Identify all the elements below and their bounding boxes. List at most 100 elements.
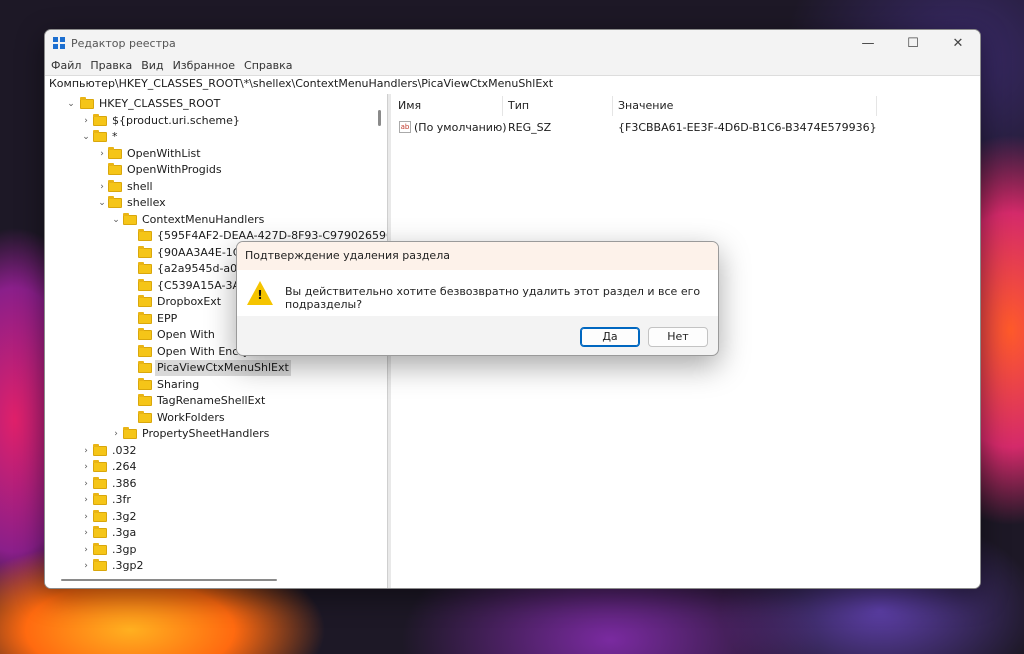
tree-node-label[interactable]: .386: [110, 476, 139, 492]
menu-edit[interactable]: Правка: [88, 57, 139, 75]
menu-favorites[interactable]: Избранное: [171, 57, 242, 75]
chevron-right-icon[interactable]: ›: [81, 113, 91, 129]
tree-vertical-scrollbar[interactable]: [378, 110, 381, 126]
tree-node-label[interactable]: .3fr: [110, 492, 133, 508]
tree-node-label[interactable]: OpenWithProgids: [125, 162, 224, 178]
window-title: Редактор реестра: [71, 37, 176, 50]
tree-node[interactable]: › .032: [45, 443, 385, 459]
dialog-title[interactable]: Подтверждение удаления раздела: [237, 242, 718, 270]
chevron-down-icon[interactable]: ⌄: [97, 195, 107, 211]
tree-node[interactable]: Sharing: [45, 377, 385, 393]
tree-node[interactable]: › ${product.uri.scheme}: [45, 113, 385, 129]
tree-node-label[interactable]: HKEY_CLASSES_ROOT: [97, 96, 222, 112]
chevron-right-icon[interactable]: ›: [81, 509, 91, 525]
tree-node[interactable]: TagRenameShellExt: [45, 393, 385, 409]
column-separator[interactable]: [612, 96, 613, 116]
tree-node[interactable]: › shell: [45, 179, 385, 195]
tree-node-label[interactable]: shell: [125, 179, 155, 195]
chevron-right-icon[interactable]: ›: [81, 476, 91, 492]
address-bar[interactable]: Компьютер\HKEY_CLASSES_ROOT\*\shellex\Co…: [45, 75, 980, 95]
tree-node-label[interactable]: .3gp2: [110, 558, 145, 574]
tree-node[interactable]: › .386: [45, 476, 385, 492]
value-row-name[interactable]: (По умолчанию): [414, 121, 507, 134]
tree-node[interactable]: › .3gp: [45, 542, 385, 558]
tree-node[interactable]: OpenWithProgids: [45, 162, 385, 178]
column-header-value[interactable]: Значение: [618, 99, 673, 112]
tree-node-label[interactable]: .3g2: [110, 509, 138, 525]
tree-node[interactable]: › .3gp2: [45, 558, 385, 574]
folder-icon: [138, 311, 152, 324]
menu-file[interactable]: Файл: [49, 57, 88, 75]
chevron-down-icon[interactable]: ⌄: [81, 129, 91, 145]
column-separator[interactable]: [502, 96, 503, 116]
minimize-button[interactable]: —: [846, 30, 890, 57]
tree-node-label[interactable]: .3ga: [110, 525, 138, 541]
tree-node[interactable]: › .3fr: [45, 492, 385, 508]
chevron-right-icon[interactable]: ›: [97, 146, 107, 162]
folder-icon: [93, 542, 107, 555]
chevron-right-icon[interactable]: ›: [81, 459, 91, 475]
tree-node[interactable]: ⌄ HKEY_CLASSES_ROOT: [45, 96, 385, 112]
tree-node-label[interactable]: Open With: [155, 327, 217, 343]
close-button[interactable]: ✕: [936, 30, 980, 57]
folder-icon: [123, 212, 137, 225]
chevron-down-icon[interactable]: ⌄: [66, 96, 76, 112]
tree-node[interactable]: ⌄ shellex: [45, 195, 385, 211]
folder-icon: [138, 344, 152, 357]
column-separator[interactable]: [876, 96, 877, 116]
folder-icon: [138, 295, 152, 307]
chevron-right-icon[interactable]: ›: [81, 443, 91, 459]
tree-node[interactable]: ⌄ ContextMenuHandlers: [45, 212, 385, 228]
tree-node-label[interactable]: Sharing: [155, 377, 201, 393]
tree-node-label[interactable]: DropboxExt: [155, 294, 223, 310]
tree-node-label[interactable]: .032: [110, 443, 139, 459]
tree-node[interactable]: WorkFolders: [45, 410, 385, 426]
no-button[interactable]: Нет: [648, 327, 708, 347]
column-header-name[interactable]: Имя: [398, 99, 421, 112]
tree-node-label[interactable]: PicaViewCtxMenuShlExt: [155, 360, 291, 376]
tree-node-label[interactable]: .3gp: [110, 542, 138, 558]
tree-node-label[interactable]: ${product.uri.scheme}: [110, 113, 242, 129]
value-row-data[interactable]: {F3CBBA61-EE3F-4D6D-B1C6-B3474E579936}: [618, 121, 877, 134]
yes-button[interactable]: Да: [580, 327, 640, 347]
tree-node[interactable]: › .264: [45, 459, 385, 475]
tree-node[interactable]: ⌄ *: [45, 129, 385, 145]
folder-icon: [138, 361, 152, 373]
menu-help[interactable]: Справка: [242, 57, 299, 75]
tree-node-label[interactable]: OpenWithList: [125, 146, 203, 162]
tree-node[interactable]: PicaViewCtxMenuShlExt: [45, 360, 385, 376]
tree-node[interactable]: › PropertySheetHandlers: [45, 426, 385, 442]
tree-node-label[interactable]: TagRenameShellExt: [155, 393, 267, 409]
tree-node-label[interactable]: .264: [110, 459, 139, 475]
tree-node-label[interactable]: *: [110, 129, 120, 145]
value-row-type[interactable]: REG_SZ: [508, 121, 551, 134]
folder-icon: [93, 443, 107, 456]
column-header-type[interactable]: Тип: [508, 99, 529, 112]
chevron-right-icon[interactable]: ›: [81, 558, 91, 574]
folder-icon: [93, 476, 107, 489]
tree-node-label[interactable]: shellex: [125, 195, 168, 211]
folder-icon: [138, 229, 152, 241]
menu-view[interactable]: Вид: [139, 57, 170, 75]
menu-bar: Файл Правка Вид Избранное Справка: [45, 57, 980, 75]
tree-node-label[interactable]: ContextMenuHandlers: [140, 212, 266, 228]
title-bar[interactable]: Редактор реестра — ☐ ✕: [45, 30, 980, 57]
tree-node[interactable]: › .3ga: [45, 525, 385, 541]
maximize-button[interactable]: ☐: [891, 30, 935, 57]
chevron-down-icon[interactable]: ⌄: [111, 212, 121, 228]
regedit-app-icon: [53, 37, 66, 50]
folder-icon: [108, 146, 122, 159]
tree-node-label[interactable]: PropertySheetHandlers: [140, 426, 271, 442]
chevron-right-icon[interactable]: ›: [81, 492, 91, 508]
chevron-right-icon[interactable]: ›: [81, 525, 91, 541]
chevron-right-icon[interactable]: ›: [81, 542, 91, 558]
tree-node[interactable]: › .3g2: [45, 509, 385, 525]
tree-node[interactable]: › OpenWithList: [45, 146, 385, 162]
tree-node-label[interactable]: EPP: [155, 311, 179, 327]
tree-horizontal-scrollbar[interactable]: [61, 579, 277, 581]
chevron-right-icon[interactable]: ›: [97, 179, 107, 195]
tree-node-label[interactable]: WorkFolders: [155, 410, 227, 426]
chevron-right-icon[interactable]: ›: [111, 426, 121, 442]
folder-icon: [108, 163, 122, 175]
dialog-message: Вы действительно хотите безвозвратно уда…: [285, 285, 701, 311]
